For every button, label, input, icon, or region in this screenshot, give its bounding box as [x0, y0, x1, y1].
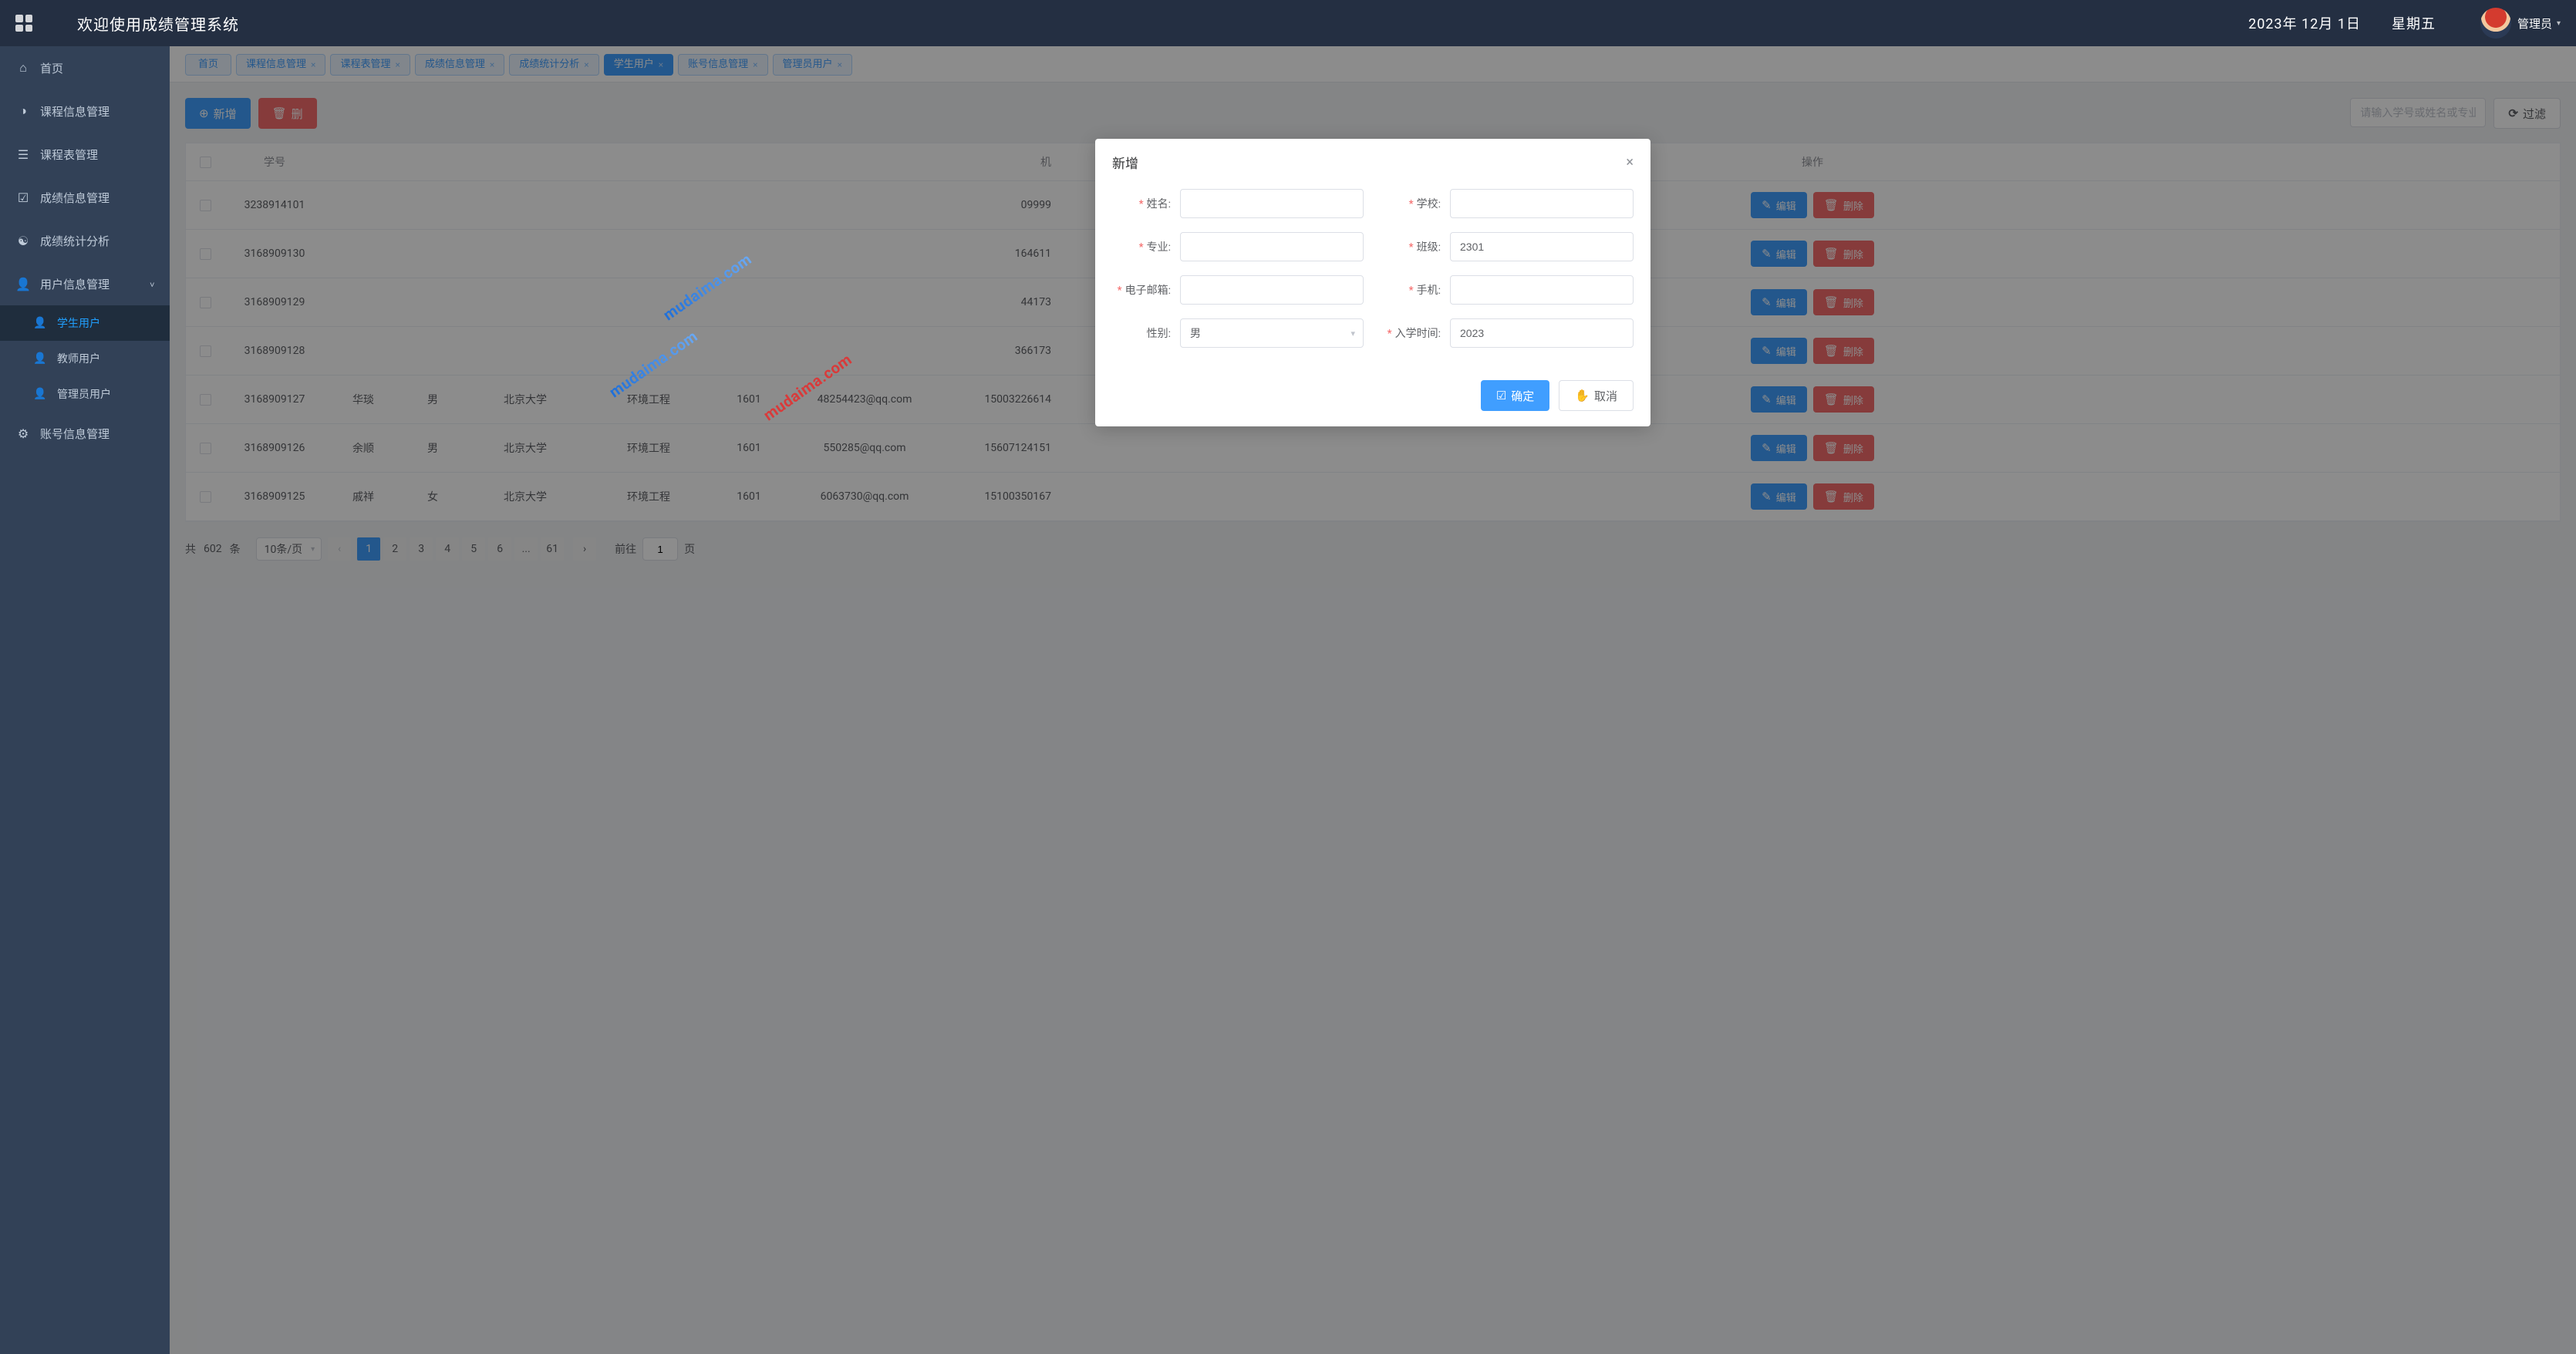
dialog-header: 新增 × — [1095, 139, 1650, 181]
field-label-school: *学校: — [1382, 196, 1450, 211]
sidebar-item-label: 账号信息管理 — [40, 426, 110, 442]
field-label-email: *电子邮箱: — [1112, 282, 1180, 298]
sidebar-item-course-info[interactable]: ◑ 课程信息管理 — [0, 89, 170, 133]
sidebar-submenu-user: 👤 学生用户 👤 教师用户 👤 管理员用户 — [0, 305, 170, 412]
major-input[interactable] — [1180, 232, 1364, 261]
field-label-name: *姓名: — [1112, 196, 1180, 211]
gear-icon: ⚙ — [15, 426, 31, 441]
user-icon: 👤 — [32, 386, 48, 402]
app-header: 欢迎使用成绩管理系统 2023年 12月 1日 星期五 管理员 ▾ — [0, 0, 2576, 46]
chevron-down-icon: ▾ — [2557, 19, 2561, 28]
enroll-input[interactable] — [1450, 318, 1634, 348]
sidebar-item-home[interactable]: ⌂ 首页 — [0, 46, 170, 89]
chevron-up-icon: ˄ — [150, 279, 154, 289]
sidebar-subitem-teacher[interactable]: 👤 教师用户 — [0, 341, 170, 376]
drop-icon: ◑ — [15, 103, 31, 119]
sidebar-item-label: 课程信息管理 — [40, 103, 110, 120]
cancel-button[interactable]: ✋ 取消 — [1559, 380, 1634, 411]
sidebar-subitem-label: 学生用户 — [57, 315, 100, 331]
sidebar-item-label: 成绩信息管理 — [40, 190, 110, 206]
dialog-title: 新增 — [1112, 153, 1138, 172]
main-panel: 首页课程信息管理×课程表管理×成绩信息管理×成绩统计分析×学生用户×账号信息管理… — [170, 46, 2576, 1354]
sidebar-item-schedule[interactable]: ☰ 课程表管理 — [0, 133, 170, 176]
field-label-enroll: *入学时间: — [1382, 325, 1450, 341]
app-title: 欢迎使用成绩管理系统 — [77, 12, 239, 35]
class-input[interactable] — [1450, 232, 1634, 261]
field-label-phone: *手机: — [1382, 282, 1450, 298]
confirm-button[interactable]: ☑ 确定 — [1481, 380, 1549, 411]
check-icon: ☑ — [15, 190, 31, 205]
user-icon: 👤 — [32, 315, 48, 331]
sidebar: ⌂ 首页 ◑ 课程信息管理 ☰ 课程表管理 ☑ 成绩信息管理 ☯ 成绩统计分析 … — [0, 46, 170, 1354]
sidebar-item-grade-analyze[interactable]: ☯ 成绩统计分析 — [0, 219, 170, 262]
analyze-icon: ☯ — [15, 233, 31, 248]
sidebar-item-label: 成绩统计分析 — [40, 233, 110, 249]
header-weekday: 星期五 — [2392, 13, 2436, 33]
menu-grid-icon[interactable] — [15, 15, 32, 32]
hand-icon: ✋ — [1575, 389, 1590, 402]
sidebar-item-label: 用户信息管理 — [40, 276, 110, 292]
email-input[interactable] — [1180, 275, 1364, 305]
home-icon: ⌂ — [15, 60, 31, 76]
field-label-class: *班级: — [1382, 239, 1450, 254]
user-icon: 👤 — [15, 276, 31, 291]
name-input[interactable] — [1180, 189, 1364, 218]
sex-select[interactable]: 男 — [1180, 318, 1364, 348]
sidebar-item-grade-info[interactable]: ☑ 成绩信息管理 — [0, 176, 170, 219]
close-icon[interactable]: × — [1626, 154, 1634, 170]
field-label-sex: 性别: — [1112, 325, 1180, 341]
user-menu[interactable]: 管理员 ▾ — [2517, 15, 2561, 32]
confirm-label: 确定 — [1511, 388, 1534, 404]
dialog-footer: ☑ 确定 ✋ 取消 — [1095, 369, 1650, 426]
field-label-major: *专业: — [1112, 239, 1180, 254]
sidebar-item-account[interactable]: ⚙ 账号信息管理 — [0, 412, 170, 455]
cancel-label: 取消 — [1594, 388, 1617, 404]
check-icon: ☑ — [1496, 389, 1506, 402]
sidebar-item-label: 首页 — [40, 60, 63, 76]
sidebar-subitem-label: 教师用户 — [57, 351, 100, 366]
phone-input[interactable] — [1450, 275, 1634, 305]
add-dialog: 新增 × *姓名: *学校: *专业: *班级: — [1095, 139, 1650, 426]
header-date: 2023年 12月 1日 — [2248, 13, 2361, 33]
user-icon: 👤 — [32, 351, 48, 366]
sidebar-subitem-admin[interactable]: 👤 管理员用户 — [0, 376, 170, 412]
user-name: 管理员 — [2517, 15, 2552, 32]
sidebar-subitem-student[interactable]: 👤 学生用户 — [0, 305, 170, 341]
liste-icon: ☰ — [15, 147, 31, 162]
sidebar-item-user-manage[interactable]: 👤 用户信息管理 ˄ — [0, 262, 170, 305]
sidebar-subitem-label: 管理员用户 — [57, 386, 111, 402]
sidebar-item-label: 课程表管理 — [40, 147, 98, 163]
avatar[interactable] — [2480, 8, 2511, 39]
school-input[interactable] — [1450, 189, 1634, 218]
dialog-body: *姓名: *学校: *专业: *班级: — [1095, 181, 1650, 369]
